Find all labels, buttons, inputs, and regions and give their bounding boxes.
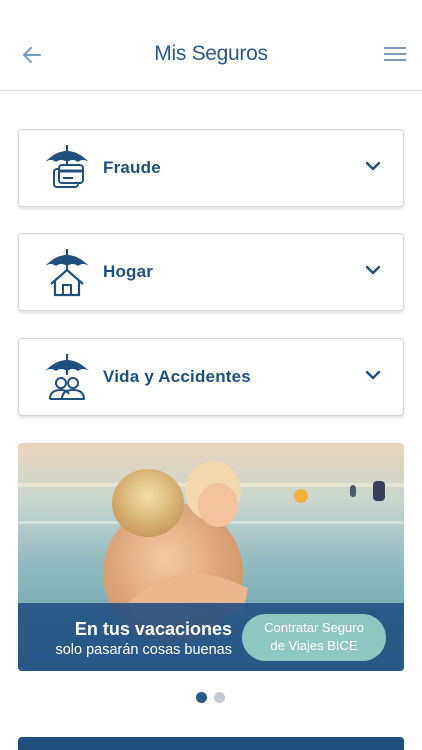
cta-line-1: Contratar Seguro bbox=[264, 620, 364, 635]
umbrella-people-icon bbox=[45, 354, 89, 400]
card-label: Hogar bbox=[103, 262, 154, 281]
bottom-action-bar[interactable] bbox=[18, 737, 404, 750]
banner-headline: En tus vacaciones bbox=[74, 619, 232, 639]
contratar-seguro-button[interactable]: Contratar Seguro de Viajes BICE bbox=[242, 614, 386, 661]
chevron-down-icon[interactable] bbox=[365, 369, 381, 381]
banner-subtext: solo pasarán cosas buenas bbox=[55, 642, 232, 658]
umbrella-card-icon bbox=[45, 145, 89, 188]
page-title: Mis Seguros bbox=[154, 42, 268, 65]
promo-banner[interactable]: En tus vacaciones solo pasarán cosas bue… bbox=[18, 443, 404, 671]
umbrella-house-icon bbox=[45, 249, 89, 297]
chevron-down-icon[interactable] bbox=[365, 160, 381, 172]
insurance-card-hogar[interactable]: Hogar bbox=[18, 233, 404, 311]
carousel-dot[interactable] bbox=[214, 692, 225, 703]
carousel-dot[interactable] bbox=[196, 692, 207, 703]
card-label: Fraude bbox=[103, 158, 161, 177]
top-app-bar: Mis Seguros bbox=[0, 0, 422, 91]
insurance-card-vida-accidentes[interactable]: Vida y Accidentes bbox=[18, 338, 404, 416]
cta-line-2: de Viajes BICE bbox=[270, 638, 358, 653]
card-label: Vida y Accidentes bbox=[103, 367, 251, 386]
chevron-down-icon[interactable] bbox=[365, 264, 381, 276]
hamburger-menu-icon[interactable] bbox=[384, 44, 406, 64]
insurance-card-fraude[interactable]: Fraude bbox=[18, 129, 404, 207]
banner-overlay: En tus vacaciones solo pasarán cosas bue… bbox=[18, 603, 404, 671]
